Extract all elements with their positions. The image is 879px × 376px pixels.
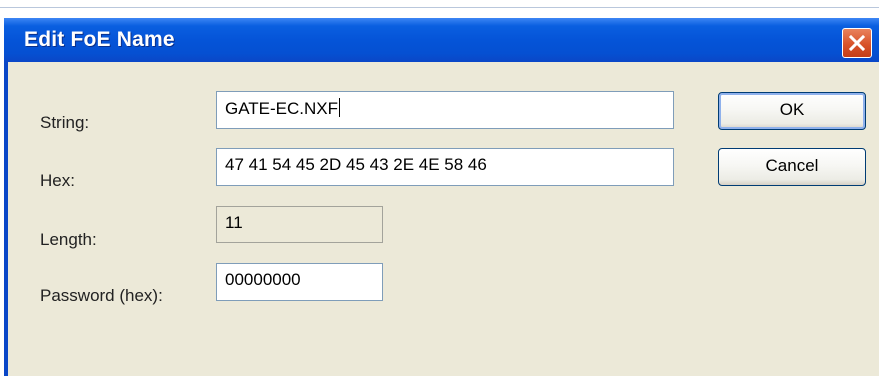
background-divider [0,7,879,8]
password-field-value: 00000000 [225,270,301,289]
cancel-button[interactable]: Cancel [718,148,866,186]
password-label: Password (hex): [40,286,163,305]
string-field[interactable]: GATE-EC.NXF [216,91,674,129]
string-field-value: GATE-EC.NXF [225,99,339,118]
hex-field[interactable]: 47 41 54 45 2D 45 43 2E 4E 58 46 [216,148,674,186]
text-caret [339,98,341,117]
length-field-value: 11 [225,213,243,232]
background-window-strip [0,0,879,20]
length-label: Length: [40,230,97,249]
hex-field-value: 47 41 54 45 2D 45 43 2E 4E 58 46 [225,155,487,174]
string-label: String: [40,113,90,132]
title-bar[interactable]: Edit FoE Name [4,18,879,62]
close-button[interactable] [842,28,872,58]
edit-foe-name-dialog: Edit FoE Name String: GATE-EC.NXF Hex: 4… [4,18,879,376]
close-icon [848,34,866,52]
password-field[interactable]: 00000000 [216,263,383,301]
hex-label: Hex: [40,171,75,190]
length-field: 11 [216,206,383,243]
dialog-title: Edit FoE Name [24,28,175,51]
ok-button[interactable]: OK [718,92,866,130]
